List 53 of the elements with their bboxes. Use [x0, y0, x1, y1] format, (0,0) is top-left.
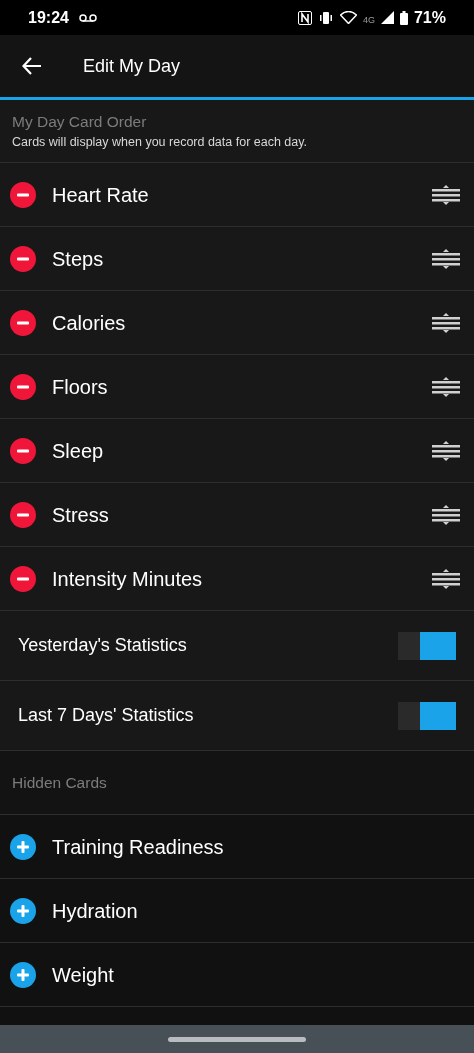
setting-label: Last 7 Days' Statistics: [18, 704, 195, 727]
back-arrow-icon: [22, 57, 42, 75]
home-indicator[interactable]: [168, 1036, 306, 1042]
drag-handle-icon[interactable]: [432, 248, 460, 269]
card-row[interactable]: Sleep: [0, 419, 474, 483]
toggle-switch[interactable]: [398, 631, 456, 660]
battery-percent: 71%: [413, 7, 446, 28]
card-label: Stress: [52, 502, 110, 528]
drag-handle-icon[interactable]: [432, 312, 460, 333]
card-label: Weight: [52, 962, 115, 988]
signal-icon: [380, 11, 394, 24]
card-row[interactable]: Stress: [0, 483, 474, 547]
card-row[interactable]: Floors: [0, 355, 474, 419]
remove-icon[interactable]: [10, 565, 36, 592]
card-label: Sleep: [52, 438, 105, 464]
card-row[interactable]: Heart Rate: [0, 163, 474, 227]
section-subtitle: Cards will display when you record data for each day.: [12, 134, 309, 152]
voicemail-icon: [78, 13, 97, 22]
status-time: 19:24: [28, 7, 69, 28]
section-title: My Day Card Order: [12, 112, 148, 132]
card-row[interactable]: Intensity Minutes: [0, 547, 474, 611]
remove-icon[interactable]: [10, 437, 36, 464]
page-title: Edit My Day: [83, 54, 181, 78]
drag-handle-icon[interactable]: [432, 440, 460, 461]
card-row[interactable]: Calories: [0, 291, 474, 355]
card-label: Floors: [52, 374, 109, 400]
section-title: Hidden Cards: [12, 772, 107, 793]
add-icon[interactable]: [10, 833, 36, 860]
card-label: Intensity Minutes: [52, 566, 204, 592]
remove-icon[interactable]: [10, 309, 36, 336]
toggle-switch[interactable]: [398, 701, 456, 730]
card-row[interactable]: Steps: [0, 227, 474, 291]
remove-icon[interactable]: [10, 245, 36, 272]
drag-handle-icon[interactable]: [432, 376, 460, 397]
drag-handle-icon[interactable]: [432, 504, 460, 525]
remove-icon[interactable]: [10, 373, 36, 400]
add-icon[interactable]: [10, 961, 36, 988]
vibrate-icon: [317, 10, 334, 25]
battery-icon: [399, 10, 408, 25]
network-type: 4G: [362, 13, 375, 27]
remove-icon[interactable]: [10, 181, 36, 208]
card-label: Hydration: [52, 898, 139, 924]
setting-label: Yesterday's Statistics: [18, 634, 188, 657]
drag-handle-icon[interactable]: [432, 568, 460, 589]
drag-handle-icon[interactable]: [432, 184, 460, 205]
nfc-icon: [297, 10, 312, 25]
wifi-icon: [339, 11, 357, 24]
add-icon[interactable]: [10, 897, 36, 924]
card-label: Steps: [52, 246, 105, 272]
card-label: Calories: [52, 310, 127, 336]
remove-icon[interactable]: [10, 501, 36, 528]
card-label: Heart Rate: [52, 182, 150, 208]
card-label: Training Readiness: [52, 834, 225, 860]
